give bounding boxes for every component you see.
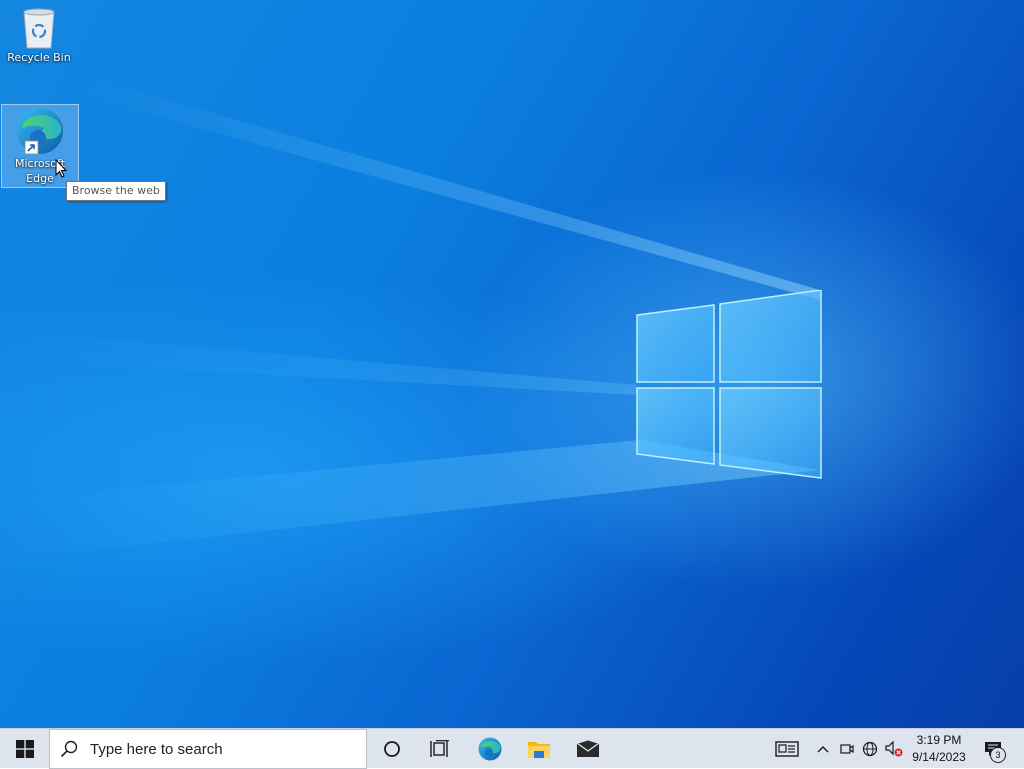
news-widget-icon xyxy=(775,741,799,757)
desktop-icon-microsoft-edge[interactable]: Microsoft Edge xyxy=(1,104,79,188)
network-button[interactable] xyxy=(860,729,880,769)
taskbar: Type here to search 3:19 PM 9/14/2023 xyxy=(0,728,1024,769)
meet-now-icon xyxy=(840,744,854,754)
show-hidden-icons-button[interactable] xyxy=(813,729,833,769)
search-placeholder: Type here to search xyxy=(90,740,223,758)
mouse-pointer-icon xyxy=(55,159,67,178)
system-clock[interactable]: 3:19 PM 9/14/2023 xyxy=(906,732,972,766)
desktop: Recycle Bin Microsoft Edge Browse the we… xyxy=(0,0,1024,728)
mail-icon xyxy=(576,740,600,757)
cortana-icon xyxy=(384,741,400,757)
edge-icon xyxy=(17,108,63,155)
volume-button[interactable] xyxy=(883,729,905,769)
news-widget-button[interactable] xyxy=(770,729,804,769)
windows-start-icon xyxy=(15,740,34,758)
mail-button[interactable] xyxy=(566,729,610,769)
desktop-icon-recycle-bin[interactable]: Recycle Bin xyxy=(1,6,77,76)
meet-now-button[interactable] xyxy=(837,729,857,769)
tooltip: Browse the web xyxy=(66,181,166,201)
wallpaper-beams xyxy=(0,80,820,560)
cortana-button[interactable] xyxy=(370,729,414,769)
taskbar-edge-button[interactable] xyxy=(468,729,512,769)
search-box[interactable]: Type here to search xyxy=(49,729,367,769)
edge-icon xyxy=(478,737,502,761)
task-view-button[interactable] xyxy=(418,729,462,769)
search-icon xyxy=(60,740,78,758)
task-view-icon xyxy=(430,740,449,757)
wallpaper-windows-logo xyxy=(636,290,822,479)
network-icon xyxy=(862,741,878,757)
file-explorer-button[interactable] xyxy=(517,729,561,769)
desktop-icon-label: Recycle Bin xyxy=(7,51,71,64)
start-button[interactable] xyxy=(0,729,49,769)
chevron-up-icon xyxy=(817,746,829,753)
notification-count-badge: 3 xyxy=(990,747,1006,763)
clock-time: 3:19 PM xyxy=(916,733,962,747)
clock-date: 9/14/2023 xyxy=(912,750,966,764)
file-explorer-icon xyxy=(528,742,550,758)
recycle-bin-icon xyxy=(23,8,55,49)
volume-muted-icon xyxy=(885,741,903,757)
